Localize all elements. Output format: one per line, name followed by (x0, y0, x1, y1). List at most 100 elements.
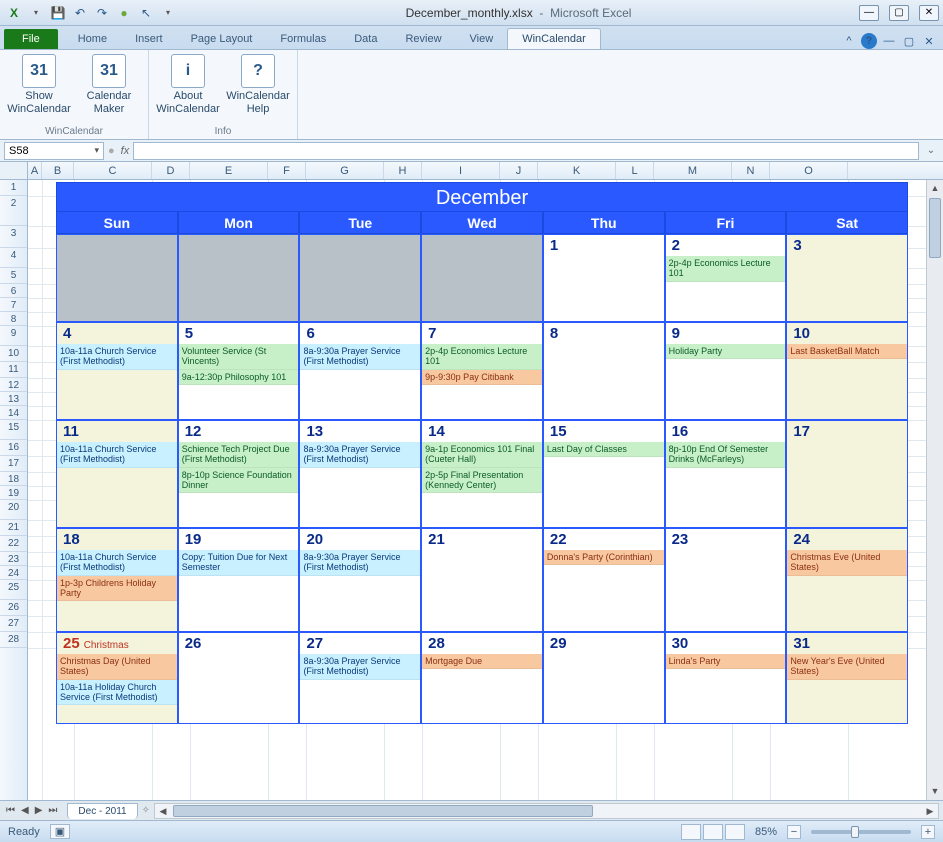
qat-more-icon[interactable]: ▾ (26, 3, 46, 23)
column-header[interactable]: L (616, 162, 654, 179)
column-header[interactable]: I (422, 162, 500, 179)
tab-home[interactable]: Home (64, 29, 121, 49)
row-header[interactable]: 5 (0, 268, 27, 284)
calendar-day[interactable]: 17 (786, 420, 908, 528)
calendar-day[interactable]: 8 (543, 322, 665, 420)
row-header[interactable]: 13 (0, 392, 27, 406)
scroll-thumb[interactable] (929, 198, 941, 258)
close-button[interactable]: ✕ (919, 5, 939, 21)
calendar-day[interactable]: 26 (178, 632, 300, 724)
calendar-day[interactable]: 68a-9:30a Prayer Service (First Methodis… (299, 322, 421, 420)
new-icon[interactable]: ● (114, 3, 134, 23)
tab-formulas[interactable]: Formulas (266, 29, 340, 49)
scroll-left-icon[interactable]: ◀ (155, 804, 171, 818)
calendar-event[interactable]: Holiday Party (666, 344, 786, 359)
column-header[interactable]: O (770, 162, 848, 179)
workbook-minimize-icon[interactable]: — (881, 33, 897, 49)
calendar-event[interactable]: Christmas Eve (United States) (787, 550, 907, 576)
column-header[interactable]: M (654, 162, 732, 179)
row-header[interactable]: 6 (0, 284, 27, 298)
calendar-event[interactable]: 8p-10p End Of Semester Drinks (McFarleys… (666, 442, 786, 468)
add-sheet-icon[interactable]: ✧ (142, 805, 150, 816)
select-all-corner[interactable] (0, 162, 28, 179)
sheet-nav-prev-icon[interactable]: ◀ (19, 805, 31, 816)
calendar-day[interactable]: 28Mortgage Due (421, 632, 543, 724)
calendar-day[interactable]: 30Linda's Party (665, 632, 787, 724)
sheet-nav-last-icon[interactable]: ⏭ (46, 805, 59, 816)
row-header[interactable]: 10 (0, 346, 27, 362)
tab-insert[interactable]: Insert (121, 29, 177, 49)
calendar-event[interactable]: 8a-9:30a Prayer Service (First Methodist… (300, 550, 420, 576)
calendar-day[interactable]: 278a-9:30a Prayer Service (First Methodi… (299, 632, 421, 724)
zoom-thumb[interactable] (851, 826, 859, 838)
row-header[interactable]: 25 (0, 580, 27, 600)
minimize-button[interactable]: — (859, 5, 879, 21)
calendar-day[interactable]: 9Holiday Party (665, 322, 787, 420)
calendar-event[interactable]: Volunteer Service (St Vincents) (179, 344, 299, 370)
ribbon-item-wincalendar[interactable]: ?WinCalendarHelp (227, 54, 289, 124)
column-header[interactable]: B (42, 162, 74, 179)
calendar-day[interactable]: 29 (543, 632, 665, 724)
horizontal-scrollbar[interactable]: ◀ ▶ (154, 803, 939, 819)
ribbon-item-show[interactable]: 31ShowWinCalendar (8, 54, 70, 124)
calendar-day[interactable]: 31New Year's Eve (United States) (786, 632, 908, 724)
calendar-event[interactable]: Last BasketBall Match (787, 344, 907, 359)
row-header[interactable]: 28 (0, 632, 27, 648)
tab-review[interactable]: Review (391, 29, 455, 49)
calendar-event[interactable]: 10a-11a Holiday Church Service (First Me… (57, 680, 177, 706)
calendar-day[interactable]: 1810a-11a Church Service (First Methodis… (56, 528, 178, 632)
calendar-event[interactable]: Schience Tech Project Due (First Methodi… (179, 442, 299, 468)
tab-data[interactable]: Data (340, 29, 391, 49)
scroll-right-icon[interactable]: ▶ (922, 804, 938, 818)
calendar-day[interactable]: 24Christmas Eve (United States) (786, 528, 908, 632)
workbook-close-icon[interactable]: ✕ (921, 33, 937, 49)
formula-input[interactable] (133, 142, 919, 160)
calendar-day[interactable] (56, 234, 178, 322)
calendar-day[interactable]: 138a-9:30a Prayer Service (First Methodi… (299, 420, 421, 528)
column-header[interactable]: F (268, 162, 306, 179)
row-header[interactable]: 20 (0, 500, 27, 520)
calendar-day[interactable]: 3 (786, 234, 908, 322)
zoom-out-button[interactable]: − (787, 825, 801, 839)
calendar-event[interactable]: 9a-1p Economics 101 Final (Cueter Hall) (422, 442, 542, 468)
calendar-event[interactable]: 9a-12:30p Philosophy 101 (179, 370, 299, 385)
calendar-event[interactable]: 2p-4p Economics Lecture 101 (666, 256, 786, 282)
row-header[interactable]: 27 (0, 616, 27, 632)
column-header[interactable]: A (28, 162, 42, 179)
calendar-event[interactable]: Christmas Day (United States) (57, 654, 177, 680)
row-header[interactable]: 14 (0, 406, 27, 420)
calendar-day[interactable]: 410a-11a Church Service (First Methodist… (56, 322, 178, 420)
row-header[interactable]: 8 (0, 312, 27, 326)
workbook-restore-icon[interactable]: ▢ (901, 33, 917, 49)
save-icon[interactable]: 💾 (48, 3, 68, 23)
grid[interactable]: December SunMonTueWedThuFriSat 122p-4p E… (28, 180, 926, 800)
calendar-event[interactable]: 9p-9:30p Pay Citibank (422, 370, 542, 385)
calendar-day[interactable]: 5Volunteer Service (St Vincents)9a-12:30… (178, 322, 300, 420)
calendar-day[interactable]: 1 (543, 234, 665, 322)
page-layout-view-button[interactable] (703, 824, 723, 840)
cursor-icon[interactable]: ↖ (136, 3, 156, 23)
calendar-day[interactable]: 72p-4p Economics Lecture 1019p-9:30p Pay… (421, 322, 543, 420)
row-header[interactable]: 24 (0, 566, 27, 580)
calendar-day[interactable]: 1110a-11a Church Service (First Methodis… (56, 420, 178, 528)
column-header[interactable]: G (306, 162, 384, 179)
row-header[interactable]: 18 (0, 472, 27, 486)
row-header[interactable]: 22 (0, 536, 27, 552)
zoom-in-button[interactable]: + (921, 825, 935, 839)
row-header[interactable]: 3 (0, 226, 27, 248)
calendar-day[interactable]: 25ChristmasChristmas Day (United States)… (56, 632, 178, 724)
column-header[interactable]: N (732, 162, 770, 179)
chevron-down-icon[interactable]: ▾ (94, 145, 99, 156)
calendar-event[interactable]: 8p-10p Science Foundation Dinner (179, 468, 299, 494)
column-header[interactable]: H (384, 162, 422, 179)
tab-file[interactable]: File (4, 29, 58, 49)
calendar-event[interactable]: Copy: Tuition Due for Next Semester (179, 550, 299, 576)
calendar-event[interactable]: Donna's Party (Corinthian) (544, 550, 664, 565)
calendar-event[interactable]: Mortgage Due (422, 654, 542, 669)
calendar-event[interactable]: 2p-5p Final Presentation (Kennedy Center… (422, 468, 542, 494)
calendar-day[interactable]: 21 (421, 528, 543, 632)
column-header[interactable]: C (74, 162, 152, 179)
normal-view-button[interactable] (681, 824, 701, 840)
row-header[interactable]: 12 (0, 378, 27, 392)
scroll-thumb[interactable] (173, 805, 593, 817)
